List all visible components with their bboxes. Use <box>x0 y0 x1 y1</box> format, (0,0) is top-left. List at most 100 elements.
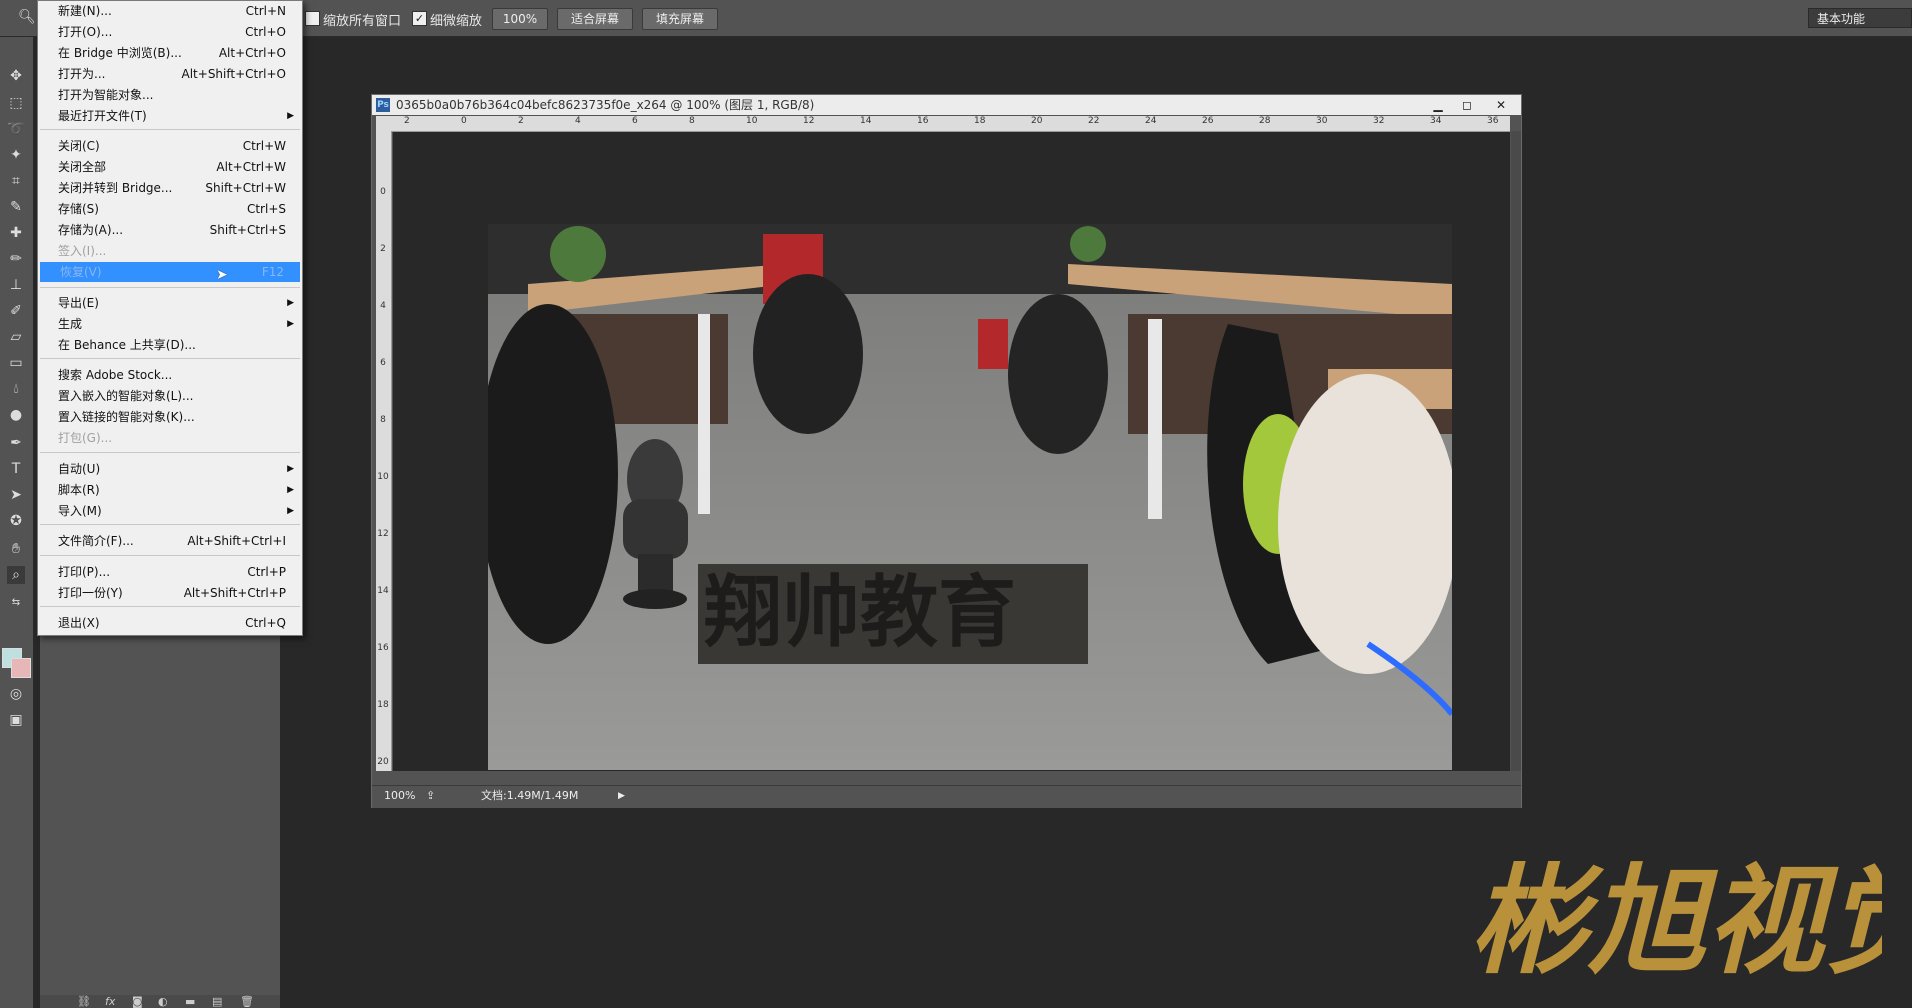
menu-item-open[interactable]: 打开(O)... Ctrl+O <box>38 22 302 42</box>
canvas-area[interactable]: 翔帅教育 <box>393 132 1510 771</box>
screen-mode-icon[interactable]: ▣ <box>7 711 25 729</box>
lasso-tool-icon[interactable]: ➰ <box>7 120 25 138</box>
menu-separator <box>40 452 300 453</box>
menu-item-revert[interactable]: 恢复(V) F12 <box>40 262 300 282</box>
menu-item-automate[interactable]: 自动(U) ▶ <box>38 459 302 479</box>
ruler-tick-label: 14 <box>377 586 389 596</box>
ruler-tick-label: 6 <box>632 116 638 126</box>
workspace-select[interactable]: 基本功能 <box>1808 8 1912 28</box>
menu-item-exit[interactable]: 退出(X) Ctrl+Q <box>38 613 302 633</box>
menu-item-share-on-behance[interactable]: 在 Behance 上共享(D)... <box>38 335 302 355</box>
dodge-tool-icon[interactable]: ● <box>7 406 25 424</box>
menu-item-package[interactable]: 打包(G)... <box>38 428 302 448</box>
eyedropper-tool-icon[interactable]: ✎ <box>7 198 25 216</box>
menu-item-shortcut: Ctrl+Q <box>245 616 286 630</box>
history-brush-tool-icon[interactable]: ✐ <box>7 302 25 320</box>
ruler-origin[interactable] <box>376 116 392 131</box>
fill-screen-button[interactable]: 填充屏幕 <box>642 8 718 30</box>
swap-colors-icon[interactable]: ⇆ <box>7 594 25 612</box>
clone-stamp-tool-icon[interactable]: ⊥ <box>7 276 25 294</box>
zoom-level[interactable]: 100% <box>384 786 415 806</box>
marquee-tool-icon[interactable]: ⬚ <box>7 94 25 112</box>
menu-item-open-as[interactable]: 打开为... Alt+Shift+Ctrl+O <box>38 64 302 84</box>
submenu-arrow-icon: ▶ <box>287 485 294 495</box>
menu-item-shortcut: F12 <box>261 265 284 279</box>
menu-item-print[interactable]: 打印(P)... Ctrl+P <box>38 562 302 582</box>
menu-item-file-info[interactable]: 文件简介(F)... Alt+Shift+Ctrl+I <box>38 531 302 551</box>
minimize-icon[interactable]: ▁ <box>1425 96 1451 114</box>
vertical-ruler[interactable]: 0 2 4 6 8 10 12 14 16 18 20 <box>376 131 392 771</box>
menu-item-place-embedded[interactable]: 置入嵌入的智能对象(L)... <box>38 386 302 406</box>
add-mask-icon[interactable]: ◙ <box>132 995 143 1008</box>
ruler-tick-label: 0 <box>380 187 386 197</box>
status-menu-arrow-icon[interactable]: ▶ <box>618 786 625 806</box>
ruler-tick-label: 0 <box>461 116 467 126</box>
quick-mask-icon[interactable]: ◎ <box>7 685 25 703</box>
menu-item-open-recent[interactable]: 最近打开文件(T) ▶ <box>38 106 302 126</box>
menu-item-label: 退出(X) <box>58 616 100 630</box>
zoom-100-button[interactable]: 100% <box>492 8 548 30</box>
menu-item-save-as[interactable]: 存储为(A)... Shift+Ctrl+S <box>38 220 302 240</box>
menu-separator <box>40 358 300 359</box>
submenu-arrow-icon: ▶ <box>287 464 294 474</box>
menu-item-save[interactable]: 存储(S) Ctrl+S <box>38 199 302 219</box>
adjustment-layer-icon[interactable]: ◐ <box>158 995 168 1008</box>
shape-tool-icon[interactable]: ✪ <box>7 512 25 530</box>
ruler-tick-label: 10 <box>377 472 389 482</box>
menu-item-print-one-copy[interactable]: 打印一份(Y) Alt+Shift+Ctrl+P <box>38 583 302 603</box>
link-layers-icon[interactable]: ⛓ <box>77 995 91 1008</box>
delete-layer-icon[interactable]: 🗑︎ <box>240 995 254 1008</box>
menu-item-label: 在 Behance 上共享(D)... <box>58 338 196 352</box>
menu-item-shortcut: Shift+Ctrl+W <box>205 181 286 195</box>
menu-item-place-linked[interactable]: 置入链接的智能对象(K)... <box>38 407 302 427</box>
ruler-tick-label: 14 <box>860 116 872 126</box>
magic-wand-tool-icon[interactable]: ✦ <box>7 146 25 164</box>
share-icon[interactable]: ⇪ <box>426 786 435 806</box>
close-icon[interactable]: ✕ <box>1488 96 1514 114</box>
new-layer-icon[interactable]: ▤ <box>212 995 222 1008</box>
menu-item-search-adobe-stock[interactable]: 搜索 Adobe Stock... <box>38 365 302 385</box>
menu-item-label: 关闭全部 <box>58 160 107 174</box>
menu-item-new[interactable]: 新建(N)... Ctrl+N <box>38 1 302 21</box>
menu-item-export[interactable]: 导出(E) ▶ <box>38 293 302 313</box>
menu-item-open-as-smart-object[interactable]: 打开为智能对象... <box>38 85 302 105</box>
hand-tool-icon[interactable]: ✋︎ <box>7 540 25 558</box>
background-color-swatch[interactable] <box>11 658 31 678</box>
zoom-tool-icon[interactable]: 🔍︎ <box>18 9 36 25</box>
menu-item-scripts[interactable]: 脚本(R) ▶ <box>38 480 302 500</box>
menu-item-import[interactable]: 导入(M) ▶ <box>38 501 302 521</box>
menu-item-browse-in-bridge[interactable]: 在 Bridge 中浏览(B)... Alt+Ctrl+O <box>38 43 302 63</box>
menu-item-close-all[interactable]: 关闭全部 Alt+Ctrl+W <box>38 157 302 177</box>
eraser-tool-icon[interactable]: ▱ <box>7 328 25 346</box>
menu-item-shortcut: Alt+Ctrl+W <box>216 160 286 174</box>
menu-item-shortcut: Shift+Ctrl+S <box>209 223 286 237</box>
pen-tool-icon[interactable]: ✒ <box>7 434 25 452</box>
move-tool-icon[interactable]: ✥ <box>7 67 25 85</box>
menu-item-label: 搜索 Adobe Stock... <box>58 368 173 382</box>
vertical-scrollbar[interactable] <box>1511 131 1521 771</box>
path-selection-tool-icon[interactable]: ➤ <box>7 486 25 504</box>
healing-brush-tool-icon[interactable]: ✚ <box>7 224 25 242</box>
crop-tool-icon[interactable]: ⌗ <box>7 172 25 190</box>
gradient-tool-icon[interactable]: ▭ <box>7 354 25 372</box>
ruler-tick-label: 20 <box>377 757 389 767</box>
ruler-tick-label: 16 <box>377 643 389 653</box>
zoom-tool-icon[interactable]: ⌕ <box>7 566 25 584</box>
fit-screen-button[interactable]: 适合屏幕 <box>557 8 633 30</box>
blur-tool-icon[interactable]: 💧︎ <box>7 380 25 398</box>
brush-tool-icon[interactable]: ✏ <box>7 250 25 268</box>
new-group-icon[interactable]: ▬ <box>185 995 195 1008</box>
3d-text: 翔帅教育 <box>704 568 1016 658</box>
ruler-tick-label: 2 <box>380 244 386 254</box>
menu-item-generate[interactable]: 生成 ▶ <box>38 314 302 334</box>
horizontal-ruler[interactable]: 2 0 2 4 6 8 10 12 14 16 18 20 22 24 26 28 30 32 34 36 <box>392 116 1510 132</box>
document-title-bar[interactable]: Ps 0365b0a0b76b364c04befc8623735f0e_x264… <box>372 95 1521 115</box>
resize-all-windows-checkbox[interactable] <box>305 11 320 26</box>
layer-style-icon[interactable]: fx <box>105 995 115 1008</box>
menu-item-check-in[interactable]: 签入(I)... <box>38 241 302 261</box>
maximize-icon[interactable]: ◻ <box>1454 96 1480 114</box>
menu-item-close-and-go-to-bridge[interactable]: 关闭并转到 Bridge... Shift+Ctrl+W <box>38 178 302 198</box>
menu-item-close[interactable]: 关闭(C) Ctrl+W <box>38 136 302 156</box>
type-tool-icon[interactable]: T <box>7 460 25 478</box>
scrubby-zoom-checkbox[interactable]: ✓ <box>412 11 427 26</box>
